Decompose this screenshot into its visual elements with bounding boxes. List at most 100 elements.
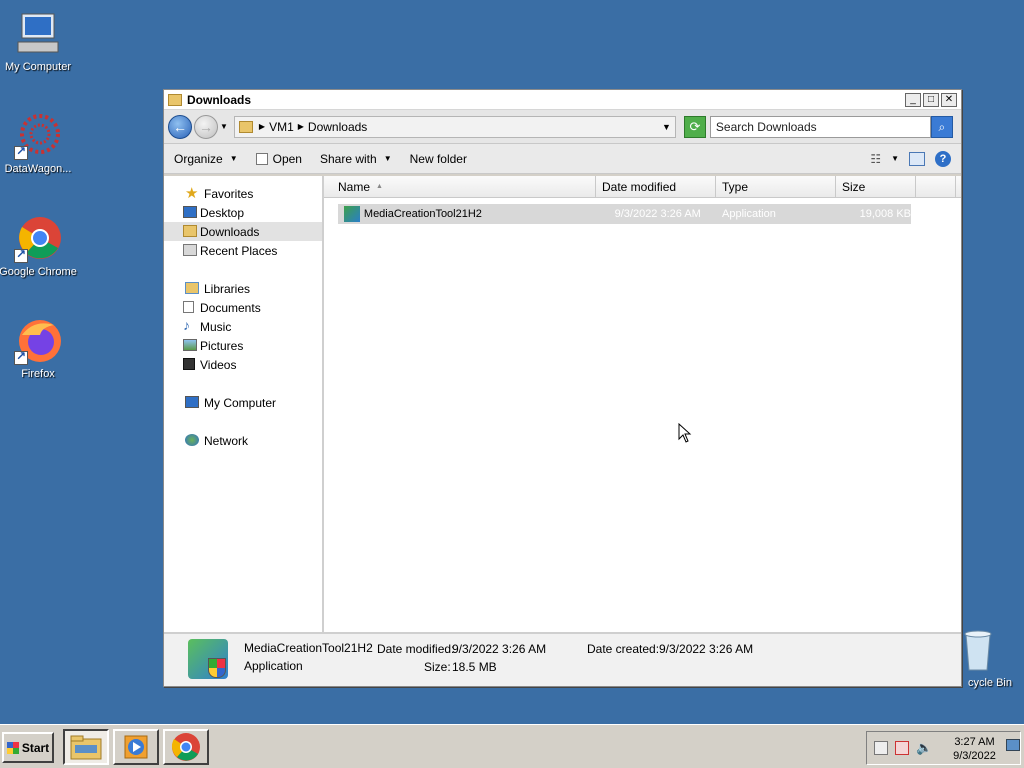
window-title: Downloads — [187, 92, 252, 107]
clock[interactable]: 3:27 AM 9/3/2022 — [947, 735, 1002, 763]
nav-downloads[interactable]: Downloads — [164, 222, 322, 241]
share-with-label: Share with — [319, 151, 377, 166]
clock-time: 3:27 AM — [954, 736, 995, 748]
desktop-icon-my-computer[interactable]: My Computer — [0, 10, 78, 73]
search-button[interactable]: ⌕ — [930, 115, 953, 138]
file-list[interactable]: Name ▲ Date modified Type Size MediaCrea… — [324, 176, 961, 632]
preview-pane-icon[interactable] — [909, 151, 925, 166]
nav-documents[interactable]: Documents — [164, 298, 322, 317]
clock-date: 9/3/2022 — [953, 750, 996, 762]
downloads-folder-icon — [183, 225, 197, 237]
file-size: 19,008 KB — [859, 208, 911, 220]
chevron-down-icon: ▼ — [383, 154, 392, 163]
close-button[interactable]: ✕ — [941, 92, 957, 107]
column-type[interactable]: Type — [716, 176, 836, 197]
nav-label: My Computer — [204, 395, 277, 410]
maximize-button[interactable]: □ — [923, 92, 939, 107]
music-icon: ♪ — [183, 317, 190, 333]
history-dropdown-icon[interactable]: ▼ — [220, 122, 228, 131]
file-type: Application — [722, 208, 776, 220]
open-label: Open — [272, 151, 302, 166]
taskbar-media-player-button[interactable] — [113, 729, 159, 765]
nav-favorites[interactable]: ★ Favorites — [164, 184, 322, 203]
action-center-icon[interactable] — [895, 741, 909, 755]
chrome-icon — [14, 215, 62, 263]
nav-pictures[interactable]: Pictures — [164, 336, 322, 355]
windows-logo-icon — [6, 741, 19, 754]
desktop-icon-label: My Computer — [4, 61, 72, 73]
nav-network[interactable]: Network — [164, 431, 322, 450]
minimize-button[interactable]: _ — [905, 92, 921, 107]
nav-videos[interactable]: Videos — [164, 355, 322, 374]
column-headers: Name ▲ Date modified Type Size — [324, 176, 961, 198]
star-icon: ★ — [185, 185, 199, 202]
application-icon — [344, 206, 360, 222]
chevron-right-icon[interactable]: ▶ — [259, 122, 265, 131]
start-label: Start — [21, 740, 50, 755]
refresh-button[interactable]: ⟳ — [683, 115, 706, 138]
organize-button[interactable]: Organize ▼ — [174, 152, 238, 166]
folder-icon — [238, 120, 253, 133]
nav-recent-places[interactable]: Recent Places — [164, 241, 322, 260]
details-name: MediaCreationTool21H2 — [244, 641, 373, 655]
nav-libraries[interactable]: Libraries — [164, 279, 322, 298]
column-date-modified[interactable]: Date modified — [596, 176, 716, 197]
sort-ascending-icon: ▲ — [376, 183, 383, 190]
nav-label: Libraries — [204, 281, 251, 296]
nav-my-computer[interactable]: My Computer — [164, 393, 322, 412]
nav-label: Desktop — [200, 205, 245, 220]
start-button[interactable]: Start — [2, 732, 54, 763]
show-desktop-icon[interactable] — [1006, 739, 1020, 751]
window-titlebar[interactable]: Downloads _ □ ✕ — [164, 90, 961, 110]
organize-label: Organize — [174, 151, 223, 166]
pictures-icon — [183, 339, 197, 351]
taskbar: Start 🔈 3:27 AM 9/3/2022 — [0, 724, 1024, 768]
chevron-right-icon[interactable]: ▶ — [298, 122, 304, 131]
breadcrumb-vm1[interactable]: VM1 — [269, 120, 294, 134]
videos-icon — [183, 358, 195, 370]
forward-button[interactable]: → — [194, 114, 218, 139]
folder-icon — [70, 735, 102, 760]
media-player-icon — [124, 735, 148, 759]
new-folder-button[interactable]: New folder — [410, 152, 467, 166]
details-size-label: Size: — [424, 660, 451, 674]
help-icon[interactable]: ? — [935, 150, 951, 167]
nav-label: Documents — [200, 300, 261, 315]
desktop-icon-label: Firefox — [21, 368, 55, 380]
command-bar: Organize ▼ Open Share with ▼ New folder … — [164, 144, 961, 174]
taskbar-explorer-button[interactable] — [63, 729, 109, 765]
network-tray-icon[interactable] — [874, 741, 888, 755]
column-name[interactable]: Name ▲ — [324, 176, 596, 197]
details-date-modified-label: Date modified: — [377, 642, 455, 656]
back-button[interactable]: ← — [168, 114, 192, 139]
details-type: Application — [244, 659, 303, 673]
taskbar-chrome-button[interactable] — [163, 729, 209, 765]
search-input[interactable]: Search Downloads — [709, 115, 931, 138]
column-label: Type — [722, 179, 749, 194]
volume-icon[interactable]: 🔈 — [916, 740, 932, 756]
breadcrumb-downloads[interactable]: Downloads — [308, 120, 367, 134]
shortcut-arrow-icon — [14, 247, 28, 263]
address-bar[interactable]: ▶ VM1 ▶ Downloads ▼ — [233, 115, 676, 138]
file-row[interactable]: MediaCreationTool21H2 9/3/2022 3:26 AM A… — [338, 204, 911, 224]
network-icon — [185, 434, 199, 446]
main-area: ★ Favorites Desktop Downloads Recent Pla… — [164, 176, 961, 632]
address-dropdown-icon[interactable]: ▼ — [662, 122, 671, 132]
desktop-icon-datawagon[interactable]: DataWagon... — [0, 112, 78, 175]
column-size[interactable]: Size — [836, 176, 916, 197]
desktop-icon-label: Google Chrome — [0, 266, 77, 278]
address-bar-row: ← → ▼ ▶ VM1 ▶ Downloads ▼ ⟳ Search Downl… — [164, 110, 961, 144]
nav-desktop[interactable]: Desktop — [164, 203, 322, 222]
view-options-icon[interactable]: ☷ — [870, 152, 881, 166]
details-size: 18.5 MB — [452, 660, 497, 674]
details-pane: MediaCreationTool21H2 Application Date m… — [164, 632, 961, 686]
share-with-button[interactable]: Share with ▼ — [320, 152, 392, 166]
nav-music[interactable]: ♪ Music — [164, 317, 322, 336]
desktop-icon-firefox[interactable]: Firefox — [0, 317, 78, 380]
view-dropdown-icon[interactable]: ▼ — [891, 154, 899, 163]
open-button[interactable]: Open — [255, 151, 302, 166]
column-extra[interactable] — [916, 176, 956, 197]
desktop-icon-google-chrome[interactable]: Google Chrome — [0, 215, 78, 278]
navigation-pane: ★ Favorites Desktop Downloads Recent Pla… — [164, 176, 324, 632]
desktop-icon — [183, 206, 197, 218]
